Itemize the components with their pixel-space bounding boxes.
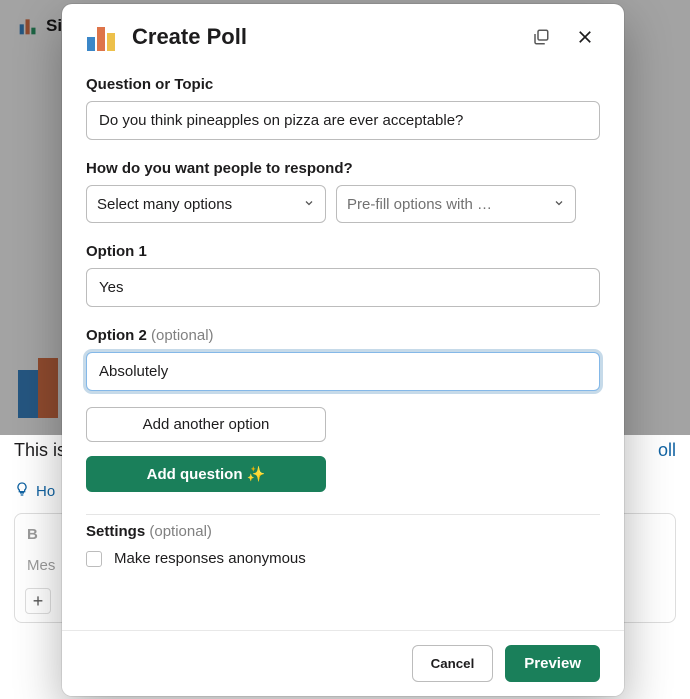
settings-label: Settings (optional) (86, 523, 600, 540)
poll-app-icon (86, 23, 118, 51)
prefill-select[interactable]: Pre-fill options with … (336, 185, 576, 223)
option-label: Option 1 (86, 243, 600, 260)
modal-title: Create Poll (132, 24, 512, 50)
anonymous-label: Make responses anonymous (114, 550, 306, 567)
option-input-2[interactable] (86, 352, 600, 391)
respond-label: How do you want people to respond? (86, 160, 600, 177)
anonymous-setting-row[interactable]: Make responses anonymous (86, 550, 600, 567)
section-divider (86, 514, 600, 515)
option-label: Option 2 (optional) (86, 327, 600, 344)
create-poll-modal: Create Poll Question or Topic How do you… (62, 4, 624, 696)
add-option-button[interactable]: Add another option (86, 407, 326, 442)
select-value: Select many options (97, 196, 232, 213)
modal-body: Question or Topic How do you want people… (62, 66, 624, 630)
modal-footer: Cancel Preview (62, 630, 624, 696)
anonymous-checkbox[interactable] (86, 551, 102, 567)
select-value: Pre-fill options with … (347, 196, 492, 213)
modal-header: Create Poll (62, 4, 624, 66)
chevron-down-icon (303, 196, 315, 213)
chevron-down-icon (553, 196, 565, 213)
cancel-button[interactable]: Cancel (412, 645, 494, 682)
close-button[interactable] (570, 22, 600, 52)
preview-button[interactable]: Preview (505, 645, 600, 682)
question-label: Question or Topic (86, 76, 600, 93)
option-input-1[interactable] (86, 268, 600, 307)
lightbulb-icon (14, 481, 30, 501)
response-mode-select[interactable]: Select many options (86, 185, 326, 223)
question-input[interactable] (86, 101, 600, 140)
open-new-window-button[interactable] (526, 22, 556, 52)
add-question-button[interactable]: Add question ✨ (86, 456, 326, 492)
composer-attach-button[interactable]: + (25, 588, 51, 614)
